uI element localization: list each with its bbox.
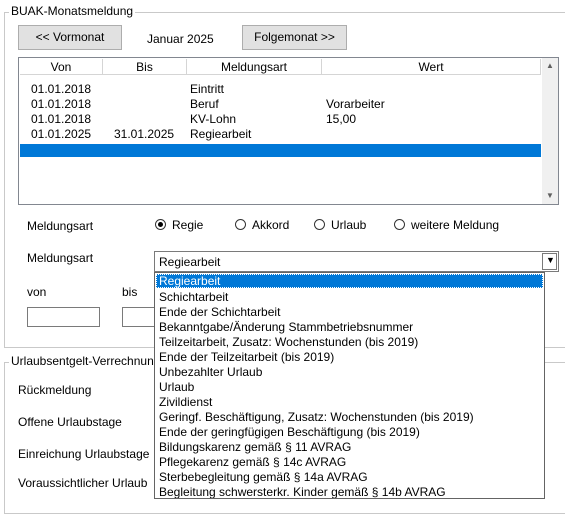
dropdown-item[interactable]: Ende der Schichtarbeit: [156, 305, 543, 319]
dropdown-item[interactable]: Schichtarbeit: [156, 290, 543, 304]
combo-label: Meldungsart: [27, 251, 94, 265]
bis-label: bis: [122, 285, 138, 299]
dropdown-item[interactable]: Geringf. Beschäftigung, Zusatz: Wochenst…: [156, 410, 543, 424]
scroll-down-icon[interactable]: ▼: [542, 188, 558, 204]
table-row[interactable]: 01.01.2025 31.01.2025 Regiearbeit: [20, 127, 541, 142]
dropdown-item[interactable]: Sterbebegleitung gemäß § 14a AVRAG: [156, 470, 543, 484]
cell-meldungsart: Eintritt: [190, 82, 225, 96]
von-label: von: [27, 285, 47, 299]
current-month-label: Januar 2025: [147, 32, 214, 46]
vacation-group-title: Urlaubsentgelt-Verrechnung: [9, 354, 163, 368]
einreichung-urlaubstage-label: Einreichung Urlaubstage: [18, 447, 150, 461]
radio-weitere-meldung[interactable]: [394, 219, 405, 230]
meldungsart-combobox[interactable]: Regiearbeit ▼: [154, 251, 559, 272]
dropdown-item[interactable]: Unbezahlter Urlaub: [156, 365, 543, 379]
radio-weitere-meldung-label[interactable]: weitere Meldung: [411, 218, 499, 232]
cell-meldungsart: KV-Lohn: [190, 112, 237, 126]
dropdown-item[interactable]: Bildungskarenz gemäß § 11 AVRAG: [156, 440, 543, 454]
cell-bis: 31.01.2025: [114, 127, 175, 141]
next-month-button[interactable]: Folgemonat >>: [242, 25, 347, 50]
previous-month-button[interactable]: << Vormonat: [18, 25, 122, 50]
cell-von: 01.01.2018: [31, 112, 92, 126]
dropdown-item[interactable]: Teilzeitarbeit, Zusatz: Wochenstunden (b…: [156, 335, 543, 349]
radio-regie[interactable]: [155, 219, 166, 230]
rueckmeldung-label: Rückmeldung: [18, 383, 92, 397]
dropdown-item[interactable]: Zivildienst: [156, 395, 543, 409]
cell-von: 01.01.2018: [31, 97, 92, 111]
table-row[interactable]: 01.01.2018 Eintritt: [20, 82, 541, 97]
selected-table-row[interactable]: [20, 144, 541, 157]
cell-wert: Vorarbeiter: [326, 97, 385, 111]
message-list[interactable]: Von Bis Meldungsart Wert 01.01.2018 Eint…: [18, 57, 559, 205]
column-header-meldungsart[interactable]: Meldungsart: [187, 59, 322, 75]
table-row[interactable]: 01.01.2018 Beruf Vorarbeiter: [20, 97, 541, 112]
combo-value: Regiearbeit: [159, 255, 221, 269]
scroll-up-icon[interactable]: ▲: [542, 58, 558, 74]
radio-urlaub-label[interactable]: Urlaub: [331, 218, 366, 232]
radio-akkord[interactable]: [235, 219, 246, 230]
table-row[interactable]: 01.01.2018 KV-Lohn 15,00: [20, 112, 541, 127]
dropdown-item[interactable]: Pflegekarenz gemäß § 14c AVRAG: [156, 455, 543, 469]
combo-dropdown-button[interactable]: ▼: [542, 253, 557, 270]
dropdown-item-highlighted[interactable]: Regiearbeit: [156, 274, 543, 288]
dropdown-item[interactable]: Bekanntgabe/Änderung Stammbetriebsnummer: [156, 320, 543, 334]
cell-von: 01.01.2025: [31, 127, 92, 141]
column-header-wert[interactable]: Wert: [322, 59, 541, 75]
cell-meldungsart: Regiearbeit: [190, 127, 252, 141]
radio-akkord-label[interactable]: Akkord: [252, 218, 289, 232]
radio-urlaub[interactable]: [314, 219, 325, 230]
dropdown-item[interactable]: Urlaub: [156, 380, 543, 394]
chevron-down-icon: ▼: [546, 255, 555, 265]
dropdown-item[interactable]: Ende der geringfügigen Beschäftigung (bi…: [156, 425, 543, 439]
radio-regie-label[interactable]: Regie: [172, 218, 203, 232]
dropdown-item[interactable]: Begleitung schwersterkr. Kinder gemäß § …: [156, 485, 543, 498]
cell-von: 01.01.2018: [31, 82, 92, 96]
column-header-von[interactable]: Von: [20, 59, 103, 75]
type-selector-label: Meldungsart: [27, 219, 94, 233]
von-date-field[interactable]: [27, 307, 100, 327]
meldungsart-dropdown-list[interactable]: Regiearbeit Schichtarbeit Ende der Schic…: [154, 272, 545, 499]
buak-group-title: BUAK-Monatsmeldung: [9, 4, 136, 18]
offene-urlaubstage-label: Offene Urlaubstage: [18, 415, 122, 429]
cell-meldungsart: Beruf: [190, 97, 219, 111]
voraussichtlicher-urlaub-label: Voraussichtlicher Urlaub: [18, 476, 148, 490]
dropdown-item[interactable]: Ende der Teilzeitarbeit (bis 2019): [156, 350, 543, 364]
column-header-bis[interactable]: Bis: [103, 59, 187, 75]
list-scrollbar[interactable]: ▲ ▼: [542, 58, 558, 204]
cell-wert: 15,00: [326, 112, 357, 126]
